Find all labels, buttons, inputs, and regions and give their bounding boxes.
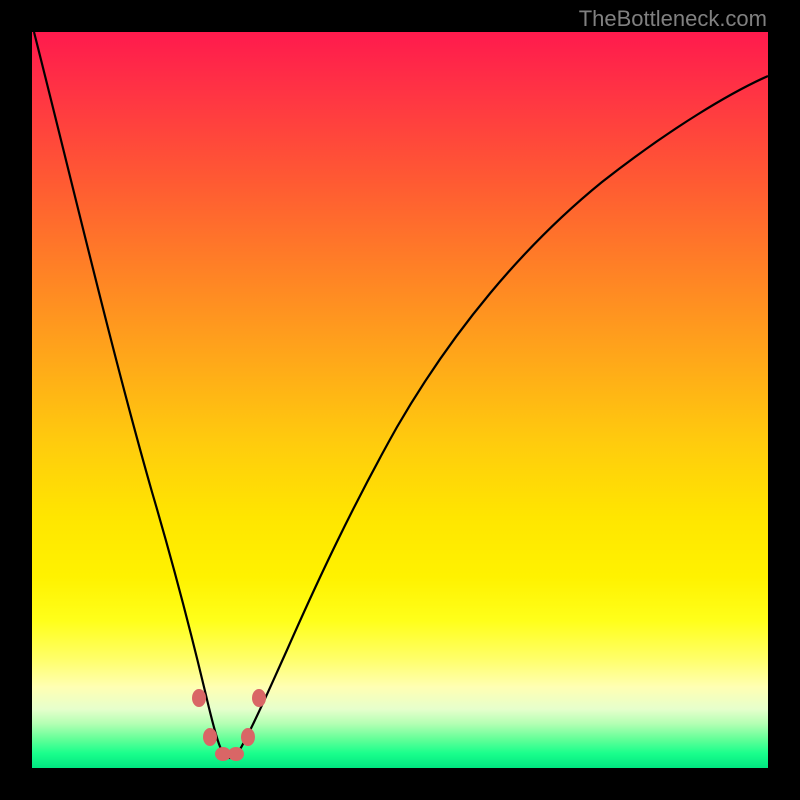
chart-plot-area	[32, 32, 768, 768]
marker-dot	[203, 728, 217, 746]
marker-dot	[192, 689, 206, 707]
chart-svg	[32, 32, 768, 768]
watermark-text: TheBottleneck.com	[579, 6, 767, 32]
bottleneck-curve	[34, 32, 768, 758]
marker-dot	[228, 747, 244, 761]
marker-dot	[252, 689, 266, 707]
marker-dot	[241, 728, 255, 746]
